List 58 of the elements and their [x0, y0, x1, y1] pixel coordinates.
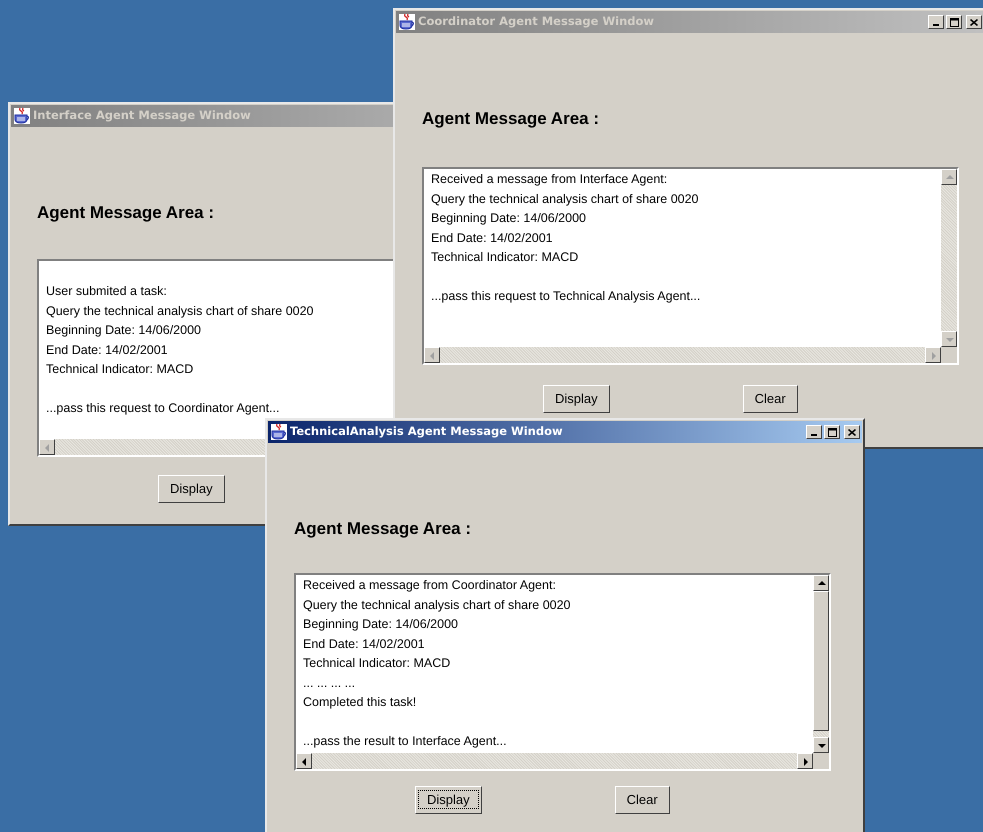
- scroll-down-button[interactable]: [941, 331, 957, 347]
- scrollbar-corner: [941, 347, 957, 363]
- minimize-button[interactable]: [806, 425, 822, 439]
- maximize-icon: [828, 428, 836, 436]
- scroll-down-button[interactable]: [813, 737, 829, 753]
- section-heading: Agent Message Area :: [37, 203, 214, 223]
- message-line: ... ... ... ...: [303, 674, 356, 692]
- section-heading: Agent Message Area :: [422, 109, 599, 129]
- scroll-up-button[interactable]: [813, 575, 829, 591]
- message-line: ...pass the result to Interface Agent...: [303, 733, 507, 750]
- message-line: Received a message from Coordinator Agent:: [303, 577, 556, 594]
- maximize-button[interactable]: [824, 425, 840, 439]
- close-button[interactable]: [966, 15, 982, 29]
- action-button[interactable]: Display: [158, 475, 225, 503]
- maximize-button[interactable]: [946, 15, 962, 29]
- scrollbar-corner: [813, 753, 829, 769]
- action-button[interactable]: Display: [543, 385, 610, 413]
- action-button[interactable]: Clear: [614, 786, 670, 814]
- message-line: End Date: 14/02/2001: [303, 636, 425, 652]
- window-title: Interface Agent Message Window: [33, 107, 251, 124]
- message-line: Beginning Date: 14/06/2000: [46, 322, 201, 339]
- window-title: Coordinator Agent Message Window: [418, 13, 654, 30]
- scroll-left-button[interactable]: [39, 439, 55, 455]
- message-line: End Date: 14/02/2001: [431, 230, 553, 246]
- scroll-up-button[interactable]: [941, 169, 957, 185]
- section-heading: Agent Message Area :: [294, 519, 471, 539]
- message-line: Beginning Date: 14/06/2000: [303, 616, 458, 633]
- minimize-button[interactable]: [928, 15, 944, 29]
- minimize-icon: [933, 24, 939, 26]
- message-line: ...pass this request to Technical Analysis Agent...: [431, 288, 700, 305]
- message-line: User submited a task:: [46, 283, 167, 300]
- close-button[interactable]: [844, 425, 860, 439]
- cup-icon: [270, 423, 288, 441]
- message-line: Technical Indicator: MACD: [46, 361, 194, 378]
- scroll-left-button[interactable]: [424, 347, 440, 363]
- message-line: Technical Indicator: MACD: [431, 249, 578, 266]
- cup-icon: [13, 107, 31, 125]
- message-line: End Date: 14/02/2001: [46, 342, 168, 358]
- message-line: Technical Indicator: MACD: [303, 655, 450, 672]
- scroll-right-button[interactable]: [797, 753, 813, 769]
- scroll-right-button[interactable]: [925, 347, 941, 363]
- scroll-left-button[interactable]: [296, 753, 312, 769]
- message-line: Query the technical analysis chart of share 0020: [46, 302, 314, 320]
- maximize-icon: [950, 18, 958, 26]
- message-line: Beginning Date: 14/06/2000: [431, 210, 586, 227]
- action-button[interactable]: Display: [415, 786, 482, 814]
- message-line: Query the technical analysis chart of share 0020: [303, 596, 571, 614]
- action-button[interactable]: Clear: [742, 385, 798, 413]
- close-icon: [848, 428, 856, 436]
- scrollbar-thumb[interactable]: [813, 591, 829, 731]
- window-title: TechnicalAnalysis Agent Message Window: [290, 423, 563, 440]
- message-line: Completed this task!: [303, 694, 416, 711]
- message-line: ...pass this request to Coordinator Agent...: [46, 400, 280, 417]
- close-icon: [970, 18, 978, 26]
- message-line: Query the technical analysis chart of share 0020: [431, 190, 699, 208]
- message-line: Received a message from Interface Agent:: [431, 171, 668, 188]
- minimize-icon: [811, 434, 817, 436]
- cup-icon: [398, 13, 416, 31]
